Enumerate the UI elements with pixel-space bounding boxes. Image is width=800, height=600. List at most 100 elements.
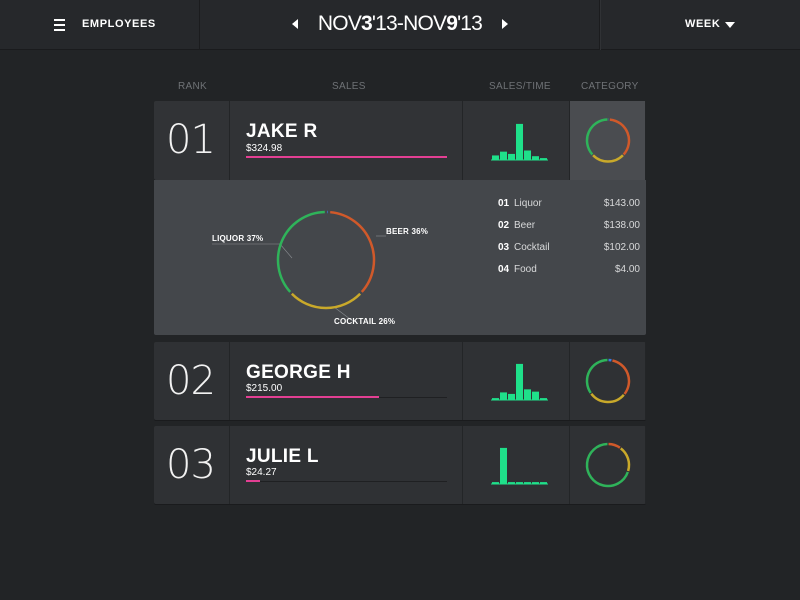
- spark-bar: [492, 482, 499, 484]
- employee-row[interactable]: 02 GEORGE H $215.00: [154, 342, 646, 420]
- sales-bar-fill: [246, 156, 447, 158]
- breakdown-label: Liquor: [514, 198, 542, 209]
- spark-bar: [532, 482, 539, 484]
- donut-segment-cocktail: [619, 447, 631, 472]
- spark-bar: [508, 482, 515, 484]
- breakdown-value: $143.00: [603, 198, 640, 209]
- category-donut-chart: [585, 358, 631, 404]
- donut-segment-cocktail: [590, 392, 625, 404]
- period-dropdown[interactable]: WEEK: [600, 0, 800, 50]
- sales-time-bar-chart: [491, 447, 548, 485]
- spark-bar: [540, 398, 547, 400]
- liquor-label-leader-tick: [279, 243, 293, 259]
- sales-time-bar-chart: [491, 363, 548, 401]
- mini-donut-ring: [585, 358, 631, 404]
- spark-bar: [524, 389, 531, 400]
- donut-label-liquor: LIQUOR 37%: [212, 234, 264, 243]
- employee-row[interactable]: 01 JAKE R $324.98: [154, 101, 646, 180]
- breakdown-value: $138.00: [603, 220, 640, 231]
- spark-bar: [524, 482, 531, 484]
- spark-bar: [524, 150, 531, 160]
- sales-bar-fill: [246, 480, 261, 482]
- category-donut-chart: [585, 118, 631, 163]
- employee-name: JAKE R: [246, 121, 318, 142]
- donut-segment-beer: [609, 118, 631, 156]
- spark-bar: [516, 123, 523, 160]
- donut-segment-beer: [612, 359, 631, 395]
- rank-number: 02: [166, 358, 216, 404]
- category-donut-chart: [585, 442, 631, 488]
- sales-amount: $215.00: [246, 383, 283, 394]
- sales-bar: [246, 396, 447, 398]
- spark-bar: [532, 391, 539, 400]
- mini-donut-ring: [585, 442, 631, 488]
- donut-segment-cocktail: [592, 154, 624, 163]
- date-start-day: 3: [361, 12, 373, 35]
- rank-number: 03: [166, 442, 216, 488]
- breakdown-row: 01 Liquor $143.00: [498, 198, 640, 220]
- employee-detail-panel: LIQUOR 37% BEER 36% COCKTAIL 26% 01 Liqu…: [154, 180, 646, 335]
- employees-label[interactable]: EMPLOYEES: [82, 18, 156, 30]
- date-end-year: '13: [457, 12, 483, 35]
- donut-segment-liquor: [276, 210, 325, 293]
- breakdown-label: Cocktail: [514, 242, 550, 253]
- breakdown-index: 01: [498, 198, 510, 209]
- breakdown-row: 02 Beer $138.00: [498, 220, 640, 242]
- donut-segment-beer: [330, 210, 376, 293]
- date-end-month: NOV: [403, 12, 447, 35]
- rank-cell: 03: [154, 426, 230, 504]
- date-range: NOV3'13-NOV9'13: [200, 12, 600, 36]
- sales-cell: JAKE R $324.98: [230, 101, 463, 180]
- spark-bar: [492, 398, 499, 400]
- breakdown-label: Beer: [514, 220, 536, 231]
- breakdown-row: 04 Food $4.00: [498, 264, 640, 286]
- spark-bar: [500, 151, 507, 160]
- donut-segment-liquor: [585, 358, 608, 394]
- donut-segment-cocktail: [290, 292, 362, 310]
- category-cell[interactable]: [570, 342, 646, 420]
- employees-menu[interactable]: EMPLOYEES: [0, 0, 200, 50]
- column-header-sales: SALES: [332, 81, 366, 92]
- spark-bar: [500, 447, 507, 484]
- column-header-category: CATEGORY: [581, 81, 639, 92]
- breakdown-index: 02: [498, 220, 510, 231]
- spark-bar: [508, 393, 515, 400]
- hamburger-menu-icon[interactable]: [54, 19, 65, 31]
- sales-cell: GEORGE H $215.00: [230, 342, 463, 420]
- sales-time-cell: [463, 101, 570, 180]
- donut-label-beer: BEER 36%: [386, 227, 429, 236]
- category-cell[interactable]: [570, 101, 646, 180]
- sales-bar: [246, 156, 447, 158]
- spark-bar: [540, 482, 547, 484]
- sales-time-cell: [463, 426, 570, 504]
- employee-name: JULIE L: [246, 446, 319, 467]
- spark-bar: [492, 155, 499, 160]
- spark-bar: [516, 363, 523, 400]
- donut-segment-beer: [608, 442, 621, 449]
- top-bar: EMPLOYEES NOV3'13-NOV9'13 WEEK: [0, 0, 800, 50]
- next-week-arrow-icon[interactable]: [502, 19, 508, 29]
- caret-down-icon[interactable]: [725, 22, 735, 28]
- rank-number: 01: [166, 117, 216, 163]
- breakdown-value: $102.00: [603, 242, 640, 253]
- spark-bar: [508, 153, 515, 160]
- date-start-year: '13-: [371, 12, 404, 35]
- rank-cell: 02: [154, 342, 230, 420]
- category-cell[interactable]: [570, 426, 646, 504]
- sales-time-bar-chart: [491, 123, 548, 161]
- column-header-rank: RANK: [178, 81, 207, 92]
- date-start-month: NOV: [317, 12, 362, 35]
- spark-bar: [540, 158, 547, 160]
- category-breakdown-list: 01 Liquor $143.00 02 Beer $138.00 03 Coc…: [498, 198, 640, 286]
- spark-bar: [500, 392, 507, 400]
- sales-amount: $324.98: [246, 143, 283, 154]
- employee-name: GEORGE H: [246, 362, 351, 383]
- sales-amount: $24.27: [246, 467, 277, 478]
- donut-segment-liquor: [585, 118, 608, 156]
- breakdown-index: 04: [498, 264, 510, 275]
- employee-row[interactable]: 03 JULIE L $24.27: [154, 426, 646, 504]
- sales-bar-fill: [246, 396, 379, 398]
- category-detail-donut: [212, 210, 386, 323]
- period-label[interactable]: WEEK: [685, 18, 720, 30]
- sales-bar: [246, 480, 447, 482]
